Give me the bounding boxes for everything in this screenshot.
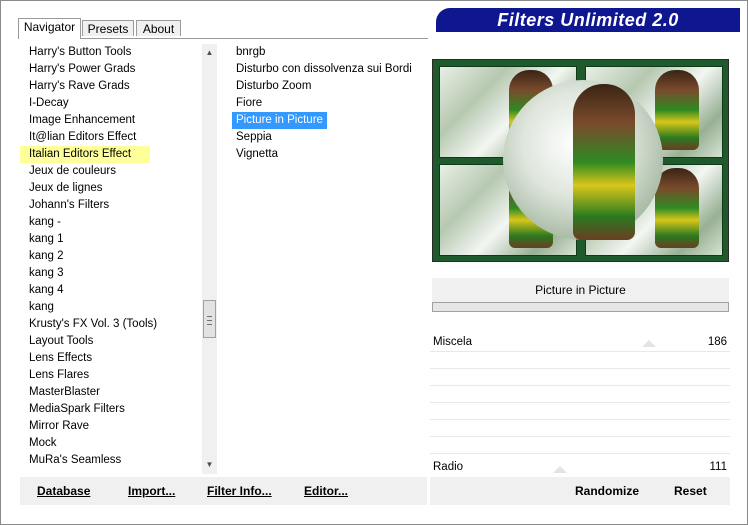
scrollbar-thumb[interactable] (203, 300, 216, 338)
scroll-down-arrow-icon[interactable]: ▼ (202, 458, 217, 472)
category-item[interactable]: Harry's Button Tools (20, 44, 131, 61)
category-item[interactable]: Harry's Power Grads (20, 61, 135, 78)
category-item[interactable]: Layout Tools (20, 333, 93, 350)
reset-button[interactable]: Reset (674, 477, 707, 505)
import-button[interactable]: Import... (128, 477, 175, 505)
randomize-button[interactable]: Randomize (575, 477, 639, 505)
filter-item[interactable]: Fiore (232, 95, 266, 112)
parameter-panel: Miscela 186 Radio 111 (430, 334, 730, 476)
category-item[interactable]: kang 3 (20, 265, 64, 282)
bottom-toolbar-right: Randomize Reset (430, 477, 730, 505)
category-item[interactable]: MuRa's Seamless (20, 452, 121, 469)
param-divider (430, 368, 730, 369)
param-value-radio: 111 (709, 461, 727, 473)
category-list[interactable]: Harry's Button Tools Harry's Power Grads… (20, 44, 200, 476)
category-item[interactable]: kang 4 (20, 282, 64, 299)
filter-info-button[interactable]: Filter Info... (207, 477, 272, 505)
category-item[interactable]: Harry's Rave Grads (20, 78, 130, 95)
title-banner: Filters Unlimited 2.0 (436, 8, 740, 32)
category-scrollbar[interactable]: ▲ ▼ (202, 44, 217, 474)
param-label-miscela: Miscela (433, 336, 472, 348)
category-item[interactable]: MasterBlaster (20, 384, 100, 401)
category-item[interactable]: Lens Effects (20, 350, 92, 367)
preview-figure (655, 168, 699, 248)
grip-icon (207, 316, 212, 325)
param-divider (430, 453, 730, 454)
bottom-toolbar-left: Database Import... Filter Info... Editor… (20, 477, 427, 505)
slider-marker-radio[interactable] (553, 466, 567, 473)
category-item[interactable]: Krusty's FX Vol. 3 (Tools) (20, 316, 157, 333)
category-item[interactable]: Mock (20, 435, 56, 452)
database-button[interactable]: Database (37, 477, 90, 505)
filter-item[interactable]: Vignetta (232, 146, 282, 163)
tab-presets[interactable]: Presets (82, 20, 134, 36)
param-label-radio: Radio (433, 461, 464, 473)
category-item[interactable]: I-Decay (20, 95, 69, 112)
category-item[interactable]: kang 1 (20, 231, 64, 248)
filter-item[interactable]: Disturbo con dissolvenza sui Bordi (232, 61, 416, 78)
filter-list[interactable]: bnrgb Disturbo con dissolvenza sui Bordi… (232, 44, 422, 174)
filter-progress-bar (432, 302, 729, 312)
filter-item[interactable]: Seppia (232, 129, 276, 146)
filter-name-label: Picture in Picture (432, 278, 729, 302)
filter-item[interactable]: Disturbo Zoom (232, 78, 315, 95)
param-divider (430, 436, 730, 437)
editor-button[interactable]: Editor... (304, 477, 348, 505)
category-item[interactable]: kang (20, 299, 54, 316)
preview-figure (655, 70, 699, 150)
category-item[interactable]: Johann's Filters (20, 197, 109, 214)
param-divider (430, 351, 730, 352)
filter-item-selected[interactable]: Picture in Picture (232, 112, 327, 129)
preview-figure-center (573, 84, 635, 240)
tab-navigator[interactable]: Navigator (18, 18, 81, 39)
filter-item[interactable]: bnrgb (232, 44, 269, 61)
slider-marker-miscela[interactable] (642, 340, 656, 347)
category-item-selected[interactable]: Italian Editors Effect (20, 146, 150, 163)
param-divider (430, 402, 730, 403)
param-divider (430, 385, 730, 386)
preview-image (432, 59, 729, 262)
category-item[interactable]: Jeux de couleurs (20, 163, 116, 180)
category-item[interactable]: kang - (20, 214, 61, 231)
category-item[interactable]: kang 2 (20, 248, 64, 265)
category-item[interactable]: It@lian Editors Effect (20, 129, 136, 146)
param-divider (430, 419, 730, 420)
scroll-up-arrow-icon[interactable]: ▲ (202, 46, 217, 60)
app-title: Filters Unlimited 2.0 (497, 10, 679, 30)
tab-about[interactable]: About (136, 20, 181, 36)
category-item[interactable]: MediaSpark Filters (20, 401, 125, 418)
param-value-miscela: 186 (707, 336, 727, 348)
category-item[interactable]: Mirror Rave (20, 418, 89, 435)
category-item[interactable]: Lens Flares (20, 367, 89, 384)
category-item[interactable]: Image Enhancement (20, 112, 135, 129)
category-item[interactable]: Jeux de lignes (20, 180, 103, 197)
